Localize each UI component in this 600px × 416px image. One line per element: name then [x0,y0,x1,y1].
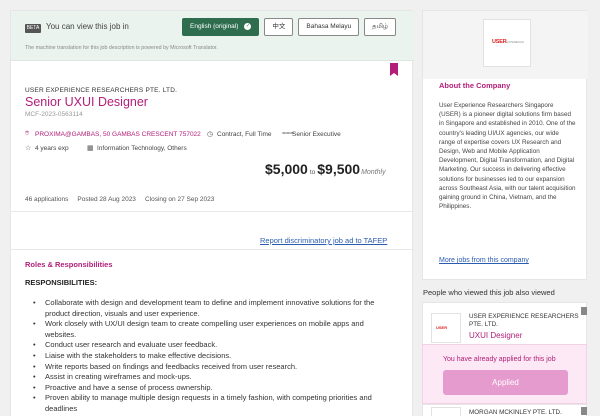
company-logo: USEREXPERIENCE [483,19,531,67]
company-card: USEREXPERIENCE About the Company User Ex… [422,10,588,280]
beta-badge: BETA [25,24,41,33]
list-item: Collaborate with design and development … [33,298,393,319]
salary-separator: to [309,169,316,176]
salary-period: Monthly [361,169,386,176]
list-item: Proactive and have a sense of process ow… [33,383,393,394]
company-name: USER EXPERIENCE RESEARCHERS PTE. LTD. [25,87,178,94]
responsibilities-heading: RESPONSIBILITIES: [25,278,98,287]
language-english-label: English (original) [190,23,239,30]
company-logo-mark: USEREXPERIENCE [492,39,524,45]
clock-icon: ◷ [207,131,214,138]
posted-date: Posted 28 Aug 2023 [77,196,136,203]
about-company-heading: About the Company [439,81,511,90]
language-malay-button[interactable]: Bahasa Melayu [298,18,360,36]
translation-bar: BETA You can view this job in English (o… [11,11,414,61]
location-pin-icon: ⌾ [25,130,30,137]
job-category: Information Technology, Others [97,144,187,152]
divider [11,249,414,250]
salary-range: $5,000 to $9,500 Monthly [265,161,386,177]
seniority-level: Senior Executive [292,130,341,138]
translation-notice: You can view this job in [46,22,129,31]
list-item: Assist in creating wireframes and mock-u… [33,372,393,383]
salary-max: $9,500 [317,161,361,177]
list-item: Work closely with UX/UI design team to c… [33,319,393,340]
recommended-job-card[interactable]: MORGAN MCKINLEY PTE. LTD. [422,404,587,416]
language-english-button[interactable]: English (original) ✓ [182,18,260,36]
closing-date: Closing on 27 Sep 2023 [144,196,215,203]
experience-row: ☆ 4 years exp [25,144,69,153]
job-location-row: ⌾ PROXIMA@GAMBAS, 50 GAMBAS CRESCENT 757… [25,130,201,138]
recommended-company-logo [431,407,461,416]
category-icon: ▦ [87,145,94,152]
job-title: Senior UXUI Designer [25,95,148,109]
star-icon: ☆ [25,145,32,152]
recommended-logo-wordmark: USER [436,325,448,330]
employment-type-row: ◷ Contract, Full Time [207,130,272,139]
recommended-job-title: UXUI Designer [469,331,523,340]
seniority-row: ⩶ Senior Executive [282,130,341,138]
list-item: Conduct user research and evaluate user … [33,340,393,351]
logo-subtext: EXPERIENCE [506,40,524,44]
recommended-company-name: MORGAN MCKINLEY PTE. LTD. [469,409,562,416]
language-options: English (original) ✓ 中文 Bahasa Melayu தமி… [182,18,397,36]
list-item: Write reports based on findings and feed… [33,362,393,373]
check-icon: ✓ [244,22,252,30]
language-tamil-button[interactable]: தமிழ் [364,18,397,36]
application-count: 46 applications [25,196,69,203]
about-company-text: User Experience Researchers Singapore (U… [439,102,576,211]
job-id: MCF-2023-0563114 [25,111,83,118]
list-item: Liaise with the stakeholders to make eff… [33,351,393,362]
applied-panel: You have already applied for this job Ap… [422,344,587,404]
job-address: PROXIMA@GAMBAS, 50 GAMBAS CRESCENT 75702… [35,130,201,138]
bookmark-icon[interactable] [581,407,587,415]
company-logo-area: USEREXPERIENCE [423,11,588,79]
bookmark-icon[interactable] [581,307,587,315]
recommended-company-name: USER EXPERIENCE RESEARCHERS PTE. LTD. [469,313,579,328]
list-item: Proven ability to manage multiple design… [33,393,393,414]
category-row: ▦ Information Technology, Others [87,144,187,153]
report-tafep-link[interactable]: Report discriminatory job ad to TAFEP [260,236,387,245]
also-viewed-heading: People who viewed this job also viewed [423,288,555,297]
applied-button[interactable]: Applied [443,370,568,395]
seniority-icon: ⩶ [282,130,294,137]
employment-type: Contract, Full Time [217,130,272,138]
applied-message: You have already applied for this job [443,356,556,363]
language-chinese-button[interactable]: 中文 [264,18,294,36]
job-detail-panel: BETA You can view this job in English (o… [10,10,414,416]
more-jobs-link[interactable]: More jobs from this company [439,257,529,264]
divider [11,211,414,212]
salary-min: $5,000 [265,161,308,177]
roles-heading: Roles & Responsibilities [25,260,113,269]
experience-required: 4 years exp [35,144,69,152]
job-stats: 46 applications Posted 28 Aug 2023 Closi… [25,196,214,203]
logo-wordmark: USER [492,39,507,45]
recommended-company-logo: USER [431,313,461,343]
machine-translation-disclaimer: The machine translation for this job des… [25,45,218,51]
responsibilities-list: Collaborate with design and development … [33,298,393,415]
bookmark-icon[interactable] [390,63,398,76]
